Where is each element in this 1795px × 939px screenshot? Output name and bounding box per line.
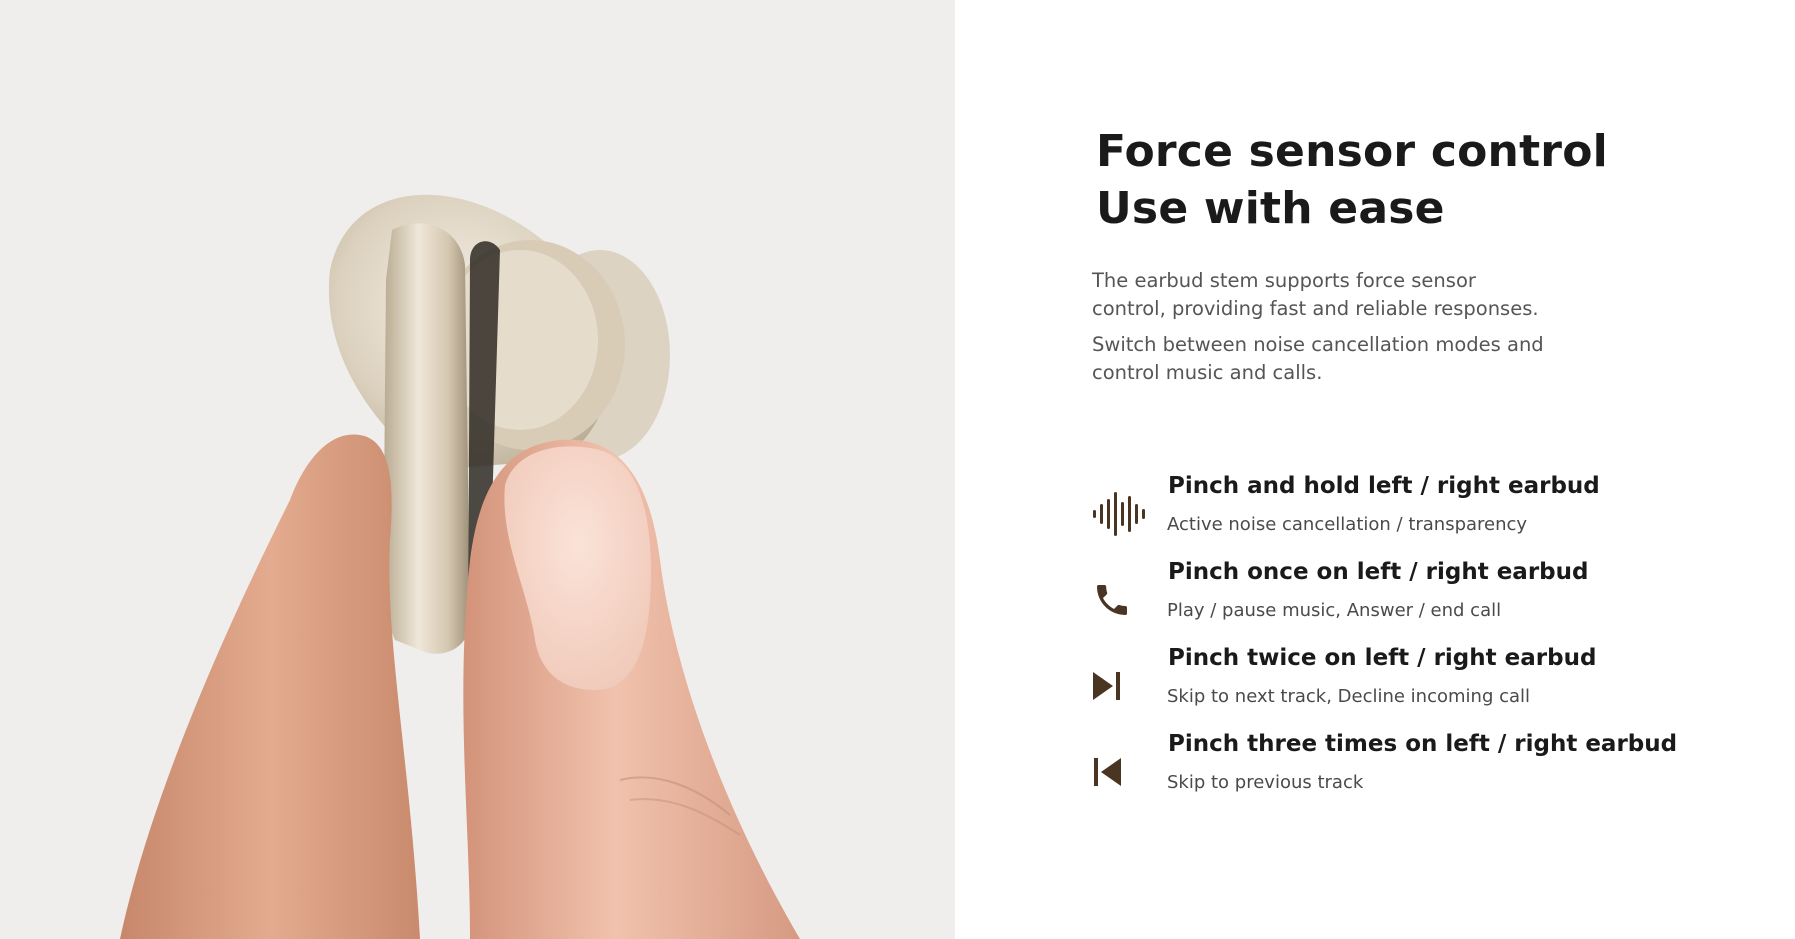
- description-paragraph-1: The earbud stem supports force sensor co…: [1092, 269, 1539, 320]
- gesture-title: Pinch three times on left / right earbud: [1168, 731, 1678, 757]
- title-line-1: Force sensor control: [1096, 126, 1608, 177]
- content-panel: Force sensor control Use with ease The e…: [955, 0, 1795, 939]
- description: The earbud stem supports force sensor co…: [1092, 267, 1552, 395]
- gesture-item-pinch-three-times: Pinch three times on left / right earbud…: [1092, 726, 1772, 812]
- gesture-item-pinch-hold: Pinch and hold left / right earbud Activ…: [1092, 468, 1772, 554]
- gesture-title: Pinch and hold left / right earbud: [1168, 473, 1600, 499]
- gesture-description: Play / pause music, Answer / end call: [1167, 600, 1502, 621]
- page-title: Force sensor control Use with ease: [1096, 123, 1756, 237]
- product-feature-page: Force sensor control Use with ease The e…: [0, 0, 1795, 939]
- gesture-description: Skip to previous track: [1167, 772, 1364, 793]
- title-line-2: Use with ease: [1096, 183, 1445, 234]
- gesture-item-pinch-once: Pinch once on left / right earbud Play /…: [1092, 554, 1772, 640]
- gesture-list: Pinch and hold left / right earbud Activ…: [1092, 468, 1772, 812]
- phone-icon: [1092, 576, 1148, 624]
- skip-previous-icon: [1092, 748, 1148, 796]
- gesture-title: Pinch twice on left / right earbud: [1168, 645, 1597, 671]
- description-paragraph-2: Switch between noise cancellation modes …: [1092, 333, 1544, 384]
- skip-next-icon: [1092, 662, 1148, 710]
- gesture-item-pinch-twice: Pinch twice on left / right earbud Skip …: [1092, 640, 1772, 726]
- soundwave-icon: [1092, 490, 1148, 538]
- earbud-pinch-photo: [0, 0, 955, 939]
- gesture-description: Skip to next track, Decline incoming cal…: [1167, 686, 1531, 707]
- gesture-title: Pinch once on left / right earbud: [1168, 559, 1589, 585]
- gesture-description: Active noise cancellation / transparency: [1167, 514, 1528, 535]
